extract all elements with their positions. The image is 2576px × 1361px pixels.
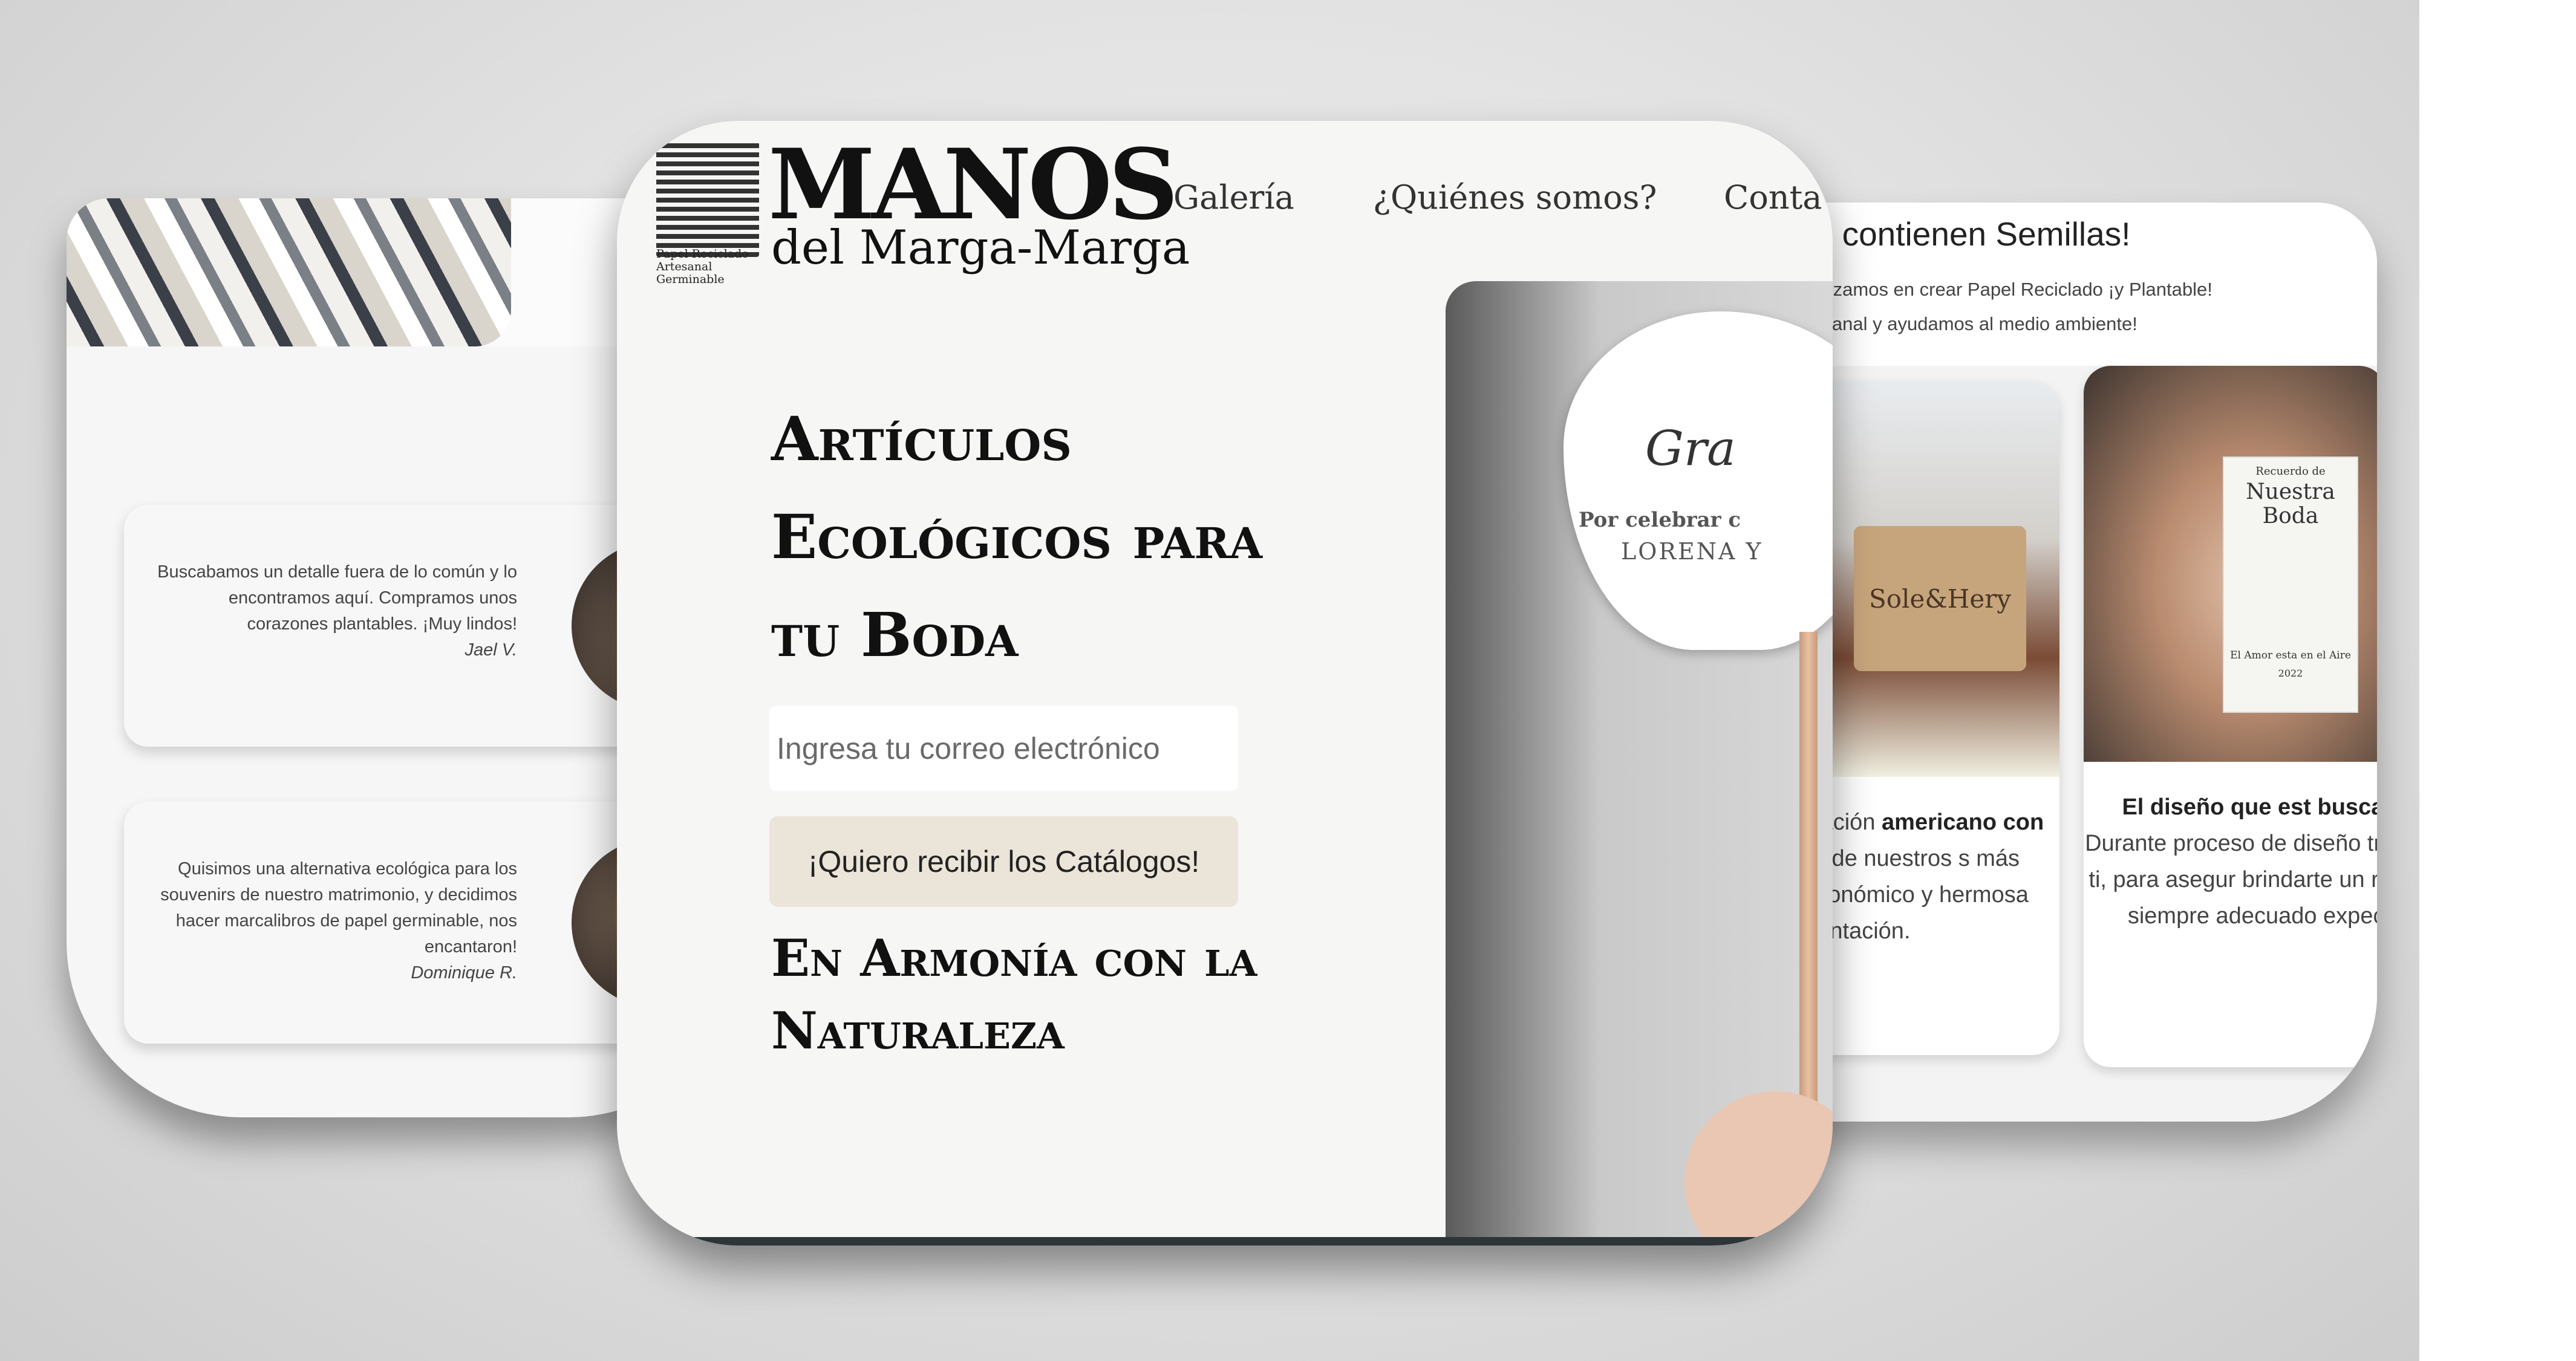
testimonial-author: Dominique R.	[411, 963, 517, 983]
request-catalog-button[interactable]: ¡Quiero recibir los Catálogos!	[769, 816, 1238, 907]
brand-logo[interactable]: Papel Reciclado Artesanal Germinable MAN…	[656, 130, 1190, 286]
hands-logo-icon	[656, 142, 759, 257]
hero-bottom-bar	[617, 1237, 1833, 1246]
seed-paper-heart	[1564, 311, 1833, 650]
description-bold: El diseño que est buscando	[2122, 794, 2377, 820]
heart-text-line: LORENA Y	[1621, 538, 1763, 565]
products-subtitle: ecializamos en crear Papel Reciclado ¡y …	[1790, 272, 2212, 341]
products-title: les contienen Semillas!	[1790, 215, 2131, 253]
showcase-stage: N Buscabamos un detalle fuera de lo comú…	[0, 0, 2419, 1361]
hero-title: Artículos Ecológicos para tu Boda	[771, 403, 1263, 671]
products-grid: Sole&Hery Elegante, la invitación americ…	[1748, 366, 2377, 1122]
products-subtitle-line: ecializamos en crear Papel Reciclado ¡y …	[1790, 279, 2212, 300]
souvenir-card: Recuerdo de Nuestra Boda El Amor esta en…	[2223, 456, 2358, 713]
souvenir-small-text: Recuerdo de	[2255, 465, 2326, 478]
testimonial-text: Quisimos una alternativa ecológica para …	[148, 856, 517, 986]
nav-contact[interactable]: Conta	[1724, 178, 1822, 216]
name-tag: Sole&Hery	[1854, 526, 2026, 671]
holding-hand	[1684, 1091, 1833, 1242]
souvenir-title: Nuestra Boda	[2246, 479, 2335, 528]
testimonial-author: Jael V.	[465, 640, 517, 660]
product-card-design[interactable]: Recuerdo de Nuestra Boda El Amor esta en…	[2084, 366, 2377, 1067]
paper-fiber-image	[67, 198, 511, 346]
testimonial-quote: Quisimos una alternativa ecológica para …	[160, 859, 517, 957]
logo-tagline-line: Artesanal Germinable	[656, 260, 725, 286]
logo-subtitle: del Marga-Marga	[771, 221, 1190, 275]
heart-script-text: Gra	[1645, 420, 1736, 476]
products-card: les contienen Semillas! ecializamos en c…	[1748, 203, 2377, 1122]
logo-tagline: Papel Reciclado Artesanal Germinable	[656, 248, 765, 286]
hands-photo: Recuerdo de Nuestra Boda El Amor esta en…	[2084, 366, 2377, 762]
email-input[interactable]	[769, 706, 1238, 791]
souvenir-year: 2022	[2278, 668, 2303, 679]
nav-gallery[interactable]: Galería	[1173, 178, 1294, 216]
products-header: les contienen Semillas! ecializamos en c…	[1748, 203, 2377, 366]
product-description: El diseño que est buscando. Durante proc…	[2084, 789, 2377, 934]
hero-card: Papel Reciclado Artesanal Germinable MAN…	[617, 121, 1833, 1246]
heart-paper-photo: Gra Por celebrar c LORENA Y	[1446, 281, 1833, 1242]
testimonial-text: Buscabamos un detalle fuera de lo común …	[148, 559, 517, 663]
logo-tagline-line: Papel Reciclado	[656, 247, 749, 261]
testimonial-quote: Buscabamos un detalle fuera de lo común …	[157, 562, 517, 634]
hero-subtitle: En Armonía con la Naturaleza	[771, 928, 1257, 1061]
heart-text-line: Por celebrar c	[1579, 508, 1741, 532]
souvenir-footer: El Amor esta en el Aire	[2230, 649, 2351, 661]
nav-about[interactable]: ¿Quiénes somos?	[1373, 178, 1657, 216]
products-subtitle-line: artesanal y ayudamos al medio ambiente!	[1790, 313, 2137, 334]
